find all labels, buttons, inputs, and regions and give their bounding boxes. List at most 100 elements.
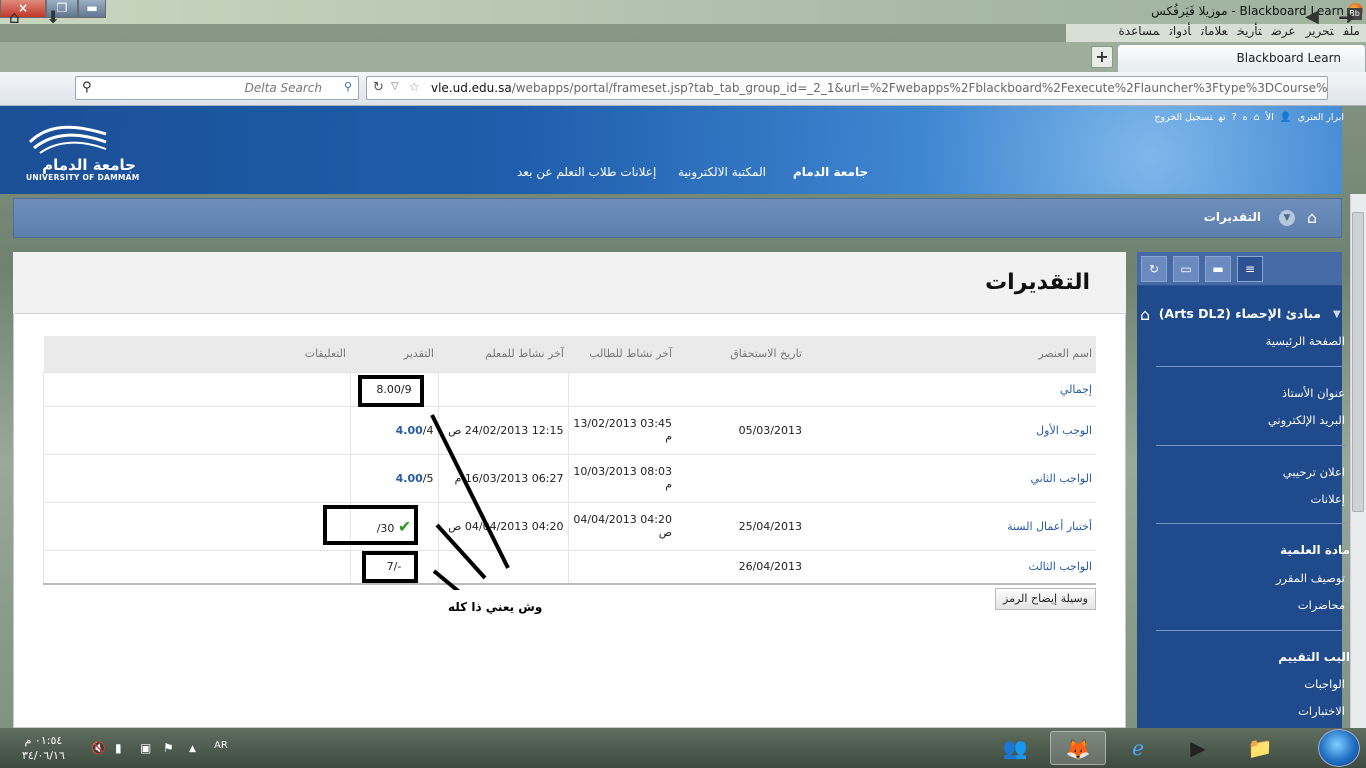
sidebar-item-lectures[interactable]: محاضرات <box>1298 598 1345 612</box>
sidebar-item-assignments[interactable]: الواجبات <box>1304 677 1345 691</box>
user-nav: ابرار العتري 👤 الأ ⌂ ه? ته تسجيل الخروج <box>1148 112 1344 123</box>
dropdown-icon[interactable]: ▽ <box>391 81 399 92</box>
menu-history[interactable]: تأريخ <box>1237 24 1261 38</box>
comment-cell <box>43 549 350 584</box>
user-nav-item-3[interactable]: ته <box>1219 112 1226 123</box>
reload-icon[interactable]: ↻ <box>373 80 384 95</box>
grade-score[interactable]: 4.00 <box>396 424 423 437</box>
topnav-announcements[interactable]: إعلانات طلاب التعلم عن بعد <box>517 165 656 179</box>
col-due-date[interactable]: تاريخ الاستحقاق <box>676 336 806 372</box>
help-icon[interactable]: ? <box>1232 112 1237 123</box>
action-center-icon[interactable]: ▣ <box>140 741 151 755</box>
refresh-icon[interactable]: ↻ <box>1141 256 1167 282</box>
flag-icon[interactable]: ⚑ <box>163 741 174 755</box>
menu-bookmarks[interactable]: علامات <box>1201 24 1227 38</box>
sidebar-item-syllabus[interactable]: توصيف المقرر <box>1276 571 1345 585</box>
minimize-window-button[interactable]: ▬ <box>78 0 106 18</box>
user-nav-item[interactable]: الأ <box>1266 112 1274 123</box>
student-activity-cell: 08:03 10/03/2013 م <box>567 453 676 502</box>
sidebar-heading-material[interactable]: مادة العلمية <box>1280 543 1350 557</box>
firefox-taskbar-icon[interactable]: 🦊 <box>1050 731 1106 765</box>
annotation-arrows <box>430 414 510 590</box>
volume-muted-icon[interactable]: 🔇 <box>91 741 106 755</box>
start-button[interactable] <box>1318 729 1360 767</box>
icon-legend-button[interactable]: وسيلة إيضاح الرمز <box>995 588 1096 610</box>
language-indicator[interactable]: AR <box>214 740 228 751</box>
table-row: الواجب الثاني 08:03 10/03/2013 م 06:27 1… <box>43 453 1096 502</box>
taskbar-clock[interactable]: ٠١:٥٤ م ٣٤/٠٦/١٦ <box>22 733 65 763</box>
internet-explorer-taskbar-icon[interactable]: ℯ <box>1110 731 1166 765</box>
url-bar[interactable]: ↻ ▽ ☆ vle.ud.edu.sa/webapps/portal/frame… <box>366 76 1328 100</box>
col-comments[interactable]: التعليقات <box>43 336 350 372</box>
sidebar-item-instructor[interactable]: عنوان الأستاذ <box>1282 386 1345 400</box>
search-input[interactable]: ⚲ Delta Search ⚲ <box>75 76 359 100</box>
back-icon[interactable]: ◀ <box>1305 6 1319 27</box>
topnav-library[interactable]: المكتبة الالكترونية <box>678 165 766 179</box>
student-activity-cell <box>567 371 676 406</box>
tray-expand-icon[interactable]: ▲ <box>189 744 196 754</box>
table-row: الوجب الأول 05/03/2013 03:45 13/02/2013 … <box>43 405 1096 454</box>
user-name-link[interactable]: ابرار العتري <box>1298 112 1344 123</box>
scrollbar-thumb[interactable] <box>1352 212 1364 512</box>
item-link-exam[interactable]: أختبار أعمال السنة <box>1007 520 1092 533</box>
download-icon[interactable]: ⬇ <box>46 8 60 28</box>
collapse-arrow-icon[interactable]: ▼ <box>1333 309 1341 320</box>
grade-score[interactable]: 4.00 <box>396 472 423 485</box>
teacher-activity-cell <box>437 371 568 406</box>
user-nav-item-2[interactable]: ه <box>1243 112 1248 123</box>
student-activity-cell: 03:45 13/02/2013 م <box>567 405 676 454</box>
tab-blackboard[interactable]: Blackboard Learn <box>1117 44 1366 72</box>
tab-label: Blackboard Learn <box>1236 51 1341 65</box>
list-view-icon[interactable]: ≡ <box>1237 256 1263 282</box>
search-go-icon[interactable]: ⚲ <box>344 80 352 93</box>
new-tab-button[interactable]: + <box>1091 46 1113 68</box>
course-title[interactable]: مبادئ الإحصاء (Arts DL2) <box>1159 306 1321 321</box>
sidebar-heading-assessment[interactable]: اليب التقييم <box>1278 650 1350 664</box>
col-item-name[interactable]: اسم العنصر <box>806 336 1096 372</box>
breadcrumb: ⌂ ▼ التقديرات <box>13 198 1342 238</box>
menu-help[interactable]: مساعدة <box>1119 24 1160 38</box>
comment-cell <box>43 453 350 502</box>
item-link-total[interactable]: إجمالي <box>1060 383 1092 396</box>
student-activity-cell: 04:20 04/04/2013 ص <box>567 501 676 550</box>
breadcrumb-dropdown-icon[interactable]: ▼ <box>1279 210 1295 226</box>
due-cell: 26/04/2013 <box>676 549 806 584</box>
sidebar-divider <box>1156 366 1346 367</box>
close-window-button[interactable]: × <box>0 0 46 18</box>
network-icon[interactable]: ▮ <box>115 741 122 755</box>
sidebar-item-welcome[interactable]: اعلان ترحيبي <box>1283 465 1345 479</box>
highlight-box-exam <box>323 505 418 545</box>
item-link-hw2[interactable]: الواجب الثاني <box>1030 472 1092 485</box>
topnav-university[interactable]: جامعة الدمام <box>793 165 868 179</box>
sidebar-item-exams[interactable]: الاختبارات <box>1298 704 1345 718</box>
menu-tools[interactable]: أدوات <box>1170 24 1191 38</box>
home-nav-icon[interactable]: ⌂ <box>1254 112 1260 123</box>
sidebar-item-announcements[interactable]: إعلانات <box>1311 492 1345 506</box>
media-player-taskbar-icon[interactable]: ▶ <box>1170 731 1226 765</box>
folder-view-icon[interactable]: ▬ <box>1205 256 1231 282</box>
detail-view-icon[interactable]: ▭ <box>1173 256 1199 282</box>
bookmark-star-icon[interactable]: ☆ <box>409 80 420 94</box>
home-icon[interactable]: ⌂ <box>9 8 20 28</box>
forward-icon[interactable]: ➜ <box>1338 5 1355 29</box>
breadcrumb-current: التقديرات <box>1203 210 1261 224</box>
highlight-box-total <box>358 375 424 407</box>
sidebar-item-email[interactable]: البريد الإلكتروني <box>1268 413 1345 427</box>
col-grade[interactable]: التقدير <box>350 336 438 372</box>
table-header-row: اسم العنصر تاريخ الاستحقاق آخر نشاط للطا… <box>43 336 1096 372</box>
university-logo-icon <box>28 125 107 154</box>
item-link-hw1[interactable]: الوجب الأول <box>1036 424 1092 437</box>
breadcrumb-home-icon[interactable]: ⌂ <box>1307 208 1317 227</box>
logout-link[interactable]: تسجيل الخروج <box>1154 112 1212 123</box>
sidebar-item-home[interactable]: الصفحة الرئيسية <box>1266 334 1345 348</box>
col-teacher-activity[interactable]: آخر نشاط للمعلم <box>438 336 568 372</box>
menu-view[interactable]: عرض <box>1272 24 1296 38</box>
explorer-taskbar-icon[interactable]: 📁 <box>1232 731 1288 765</box>
course-home-icon[interactable]: ⌂ <box>1140 305 1150 324</box>
item-link-hw3[interactable]: الواجب الثالث <box>1029 560 1092 573</box>
due-cell: 25/04/2013 <box>676 501 806 550</box>
due-cell <box>676 453 806 502</box>
messenger-taskbar-icon[interactable]: 👥 <box>987 731 1043 765</box>
due-cell: 05/03/2013 <box>676 405 806 454</box>
col-student-activity[interactable]: آخر نشاط للطالب <box>568 336 676 372</box>
